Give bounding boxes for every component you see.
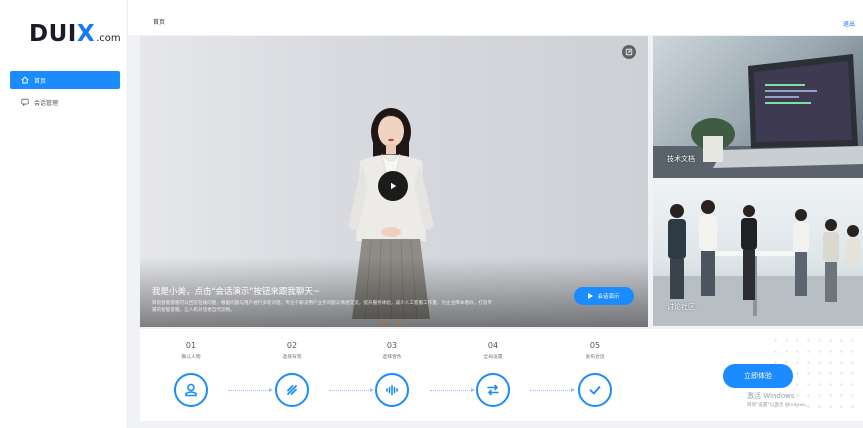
watermark-line: 激活 Windows [747,392,795,400]
sidebar-item-label: 首页 [34,77,47,85]
logo-domain: .com [96,33,121,44]
play-icon [588,293,594,299]
settings-icon[interactable] [476,373,510,407]
step-number: 05 [589,341,601,350]
sidebar: DUIX .com 首页 会话管理 [0,0,128,428]
hero-title: 我是小美，点击"会话演示"按钮来跟我聊天~ [152,287,320,297]
breadcrumb: 首页 [153,19,166,26]
step-connector [530,388,575,392]
step-label: 全局设置 [483,355,503,360]
step-label: 确认人物 [181,355,201,360]
watermark-line: 转到"设置"以激活 Windows。 [747,403,810,408]
hero-video[interactable]: 我是小美，点击"会话演示"按钮来跟我聊天~ 目前智能客服可以回答在线问题，根据问… [140,36,648,327]
background-icon[interactable] [275,373,309,407]
sidebar-item-home[interactable]: 首页 [10,71,120,89]
play-icon [391,182,397,190]
step-number: 02 [286,341,298,350]
publish-icon[interactable] [578,373,612,407]
step-label: 发布会话 [585,355,605,360]
logo[interactable]: DUIX .com [29,18,121,46]
step-number: 03 [386,341,398,350]
home-icon [20,76,29,85]
play-button[interactable] [378,171,408,201]
top-header: 首页 退出 [128,0,863,35]
hero-description: 目前智能客服可以回答在线问题，根据问题与用户进行多轮对话，专注于解决用户业务问题… [152,301,492,313]
session-demo-label: 会话演示 [597,294,620,300]
sidebar-item-session-management[interactable]: 会话管理 [10,93,120,111]
card-forum[interactable]: 讨论社区 [653,181,863,326]
step-label: 选择背景 [282,355,302,360]
card-label: 讨论社区 [667,303,695,311]
step-number: 04 [487,341,499,350]
session-demo-button[interactable]: 会话演示 [574,287,634,305]
step-number: 01 [185,341,197,350]
logout-link[interactable]: 退出 [843,19,855,28]
step-connector [430,388,475,392]
logo-wordmark: DUIX [29,21,96,47]
voice-icon[interactable] [375,373,409,407]
step-connector [329,388,374,392]
step-connector [228,388,273,392]
windows-activation-watermark: 激活 Windows 转到"设置"以激活 Windows。 [747,391,810,408]
step-label: 选择音色 [382,355,402,360]
person-icon[interactable] [174,373,208,407]
chat-icon [20,98,29,107]
card-label: 技术文档 [667,155,695,163]
card-tech-docs[interactable]: 技术文档 [653,36,863,178]
steps-panel: 01 确认人物 02 选择背景 03 选择音色 04 全局设置 05 发布会话 [140,329,863,421]
fullscreen-icon[interactable] [622,45,636,59]
sidebar-item-label: 会话管理 [34,99,59,107]
try-now-button[interactable]: 立即体验 [723,364,793,388]
